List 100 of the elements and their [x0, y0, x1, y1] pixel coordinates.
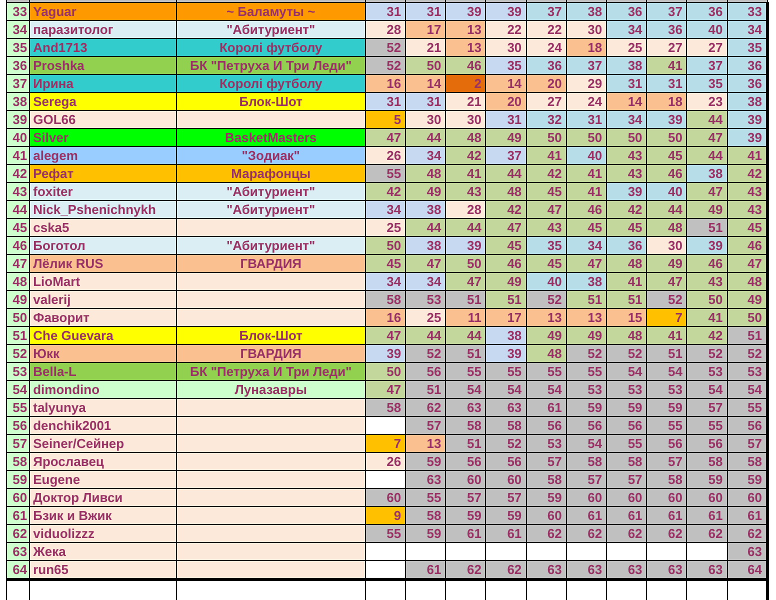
row-number: 38	[6, 92, 30, 110]
score-cell: 5	[365, 110, 406, 128]
score-cell: 27	[686, 38, 728, 56]
score-cell: 50	[646, 128, 687, 146]
score-cell: 14	[606, 92, 647, 110]
score-cell: 56	[406, 362, 446, 380]
score-cell: 33	[727, 2, 768, 20]
player-name: Eugene	[30, 470, 176, 488]
score-cell: 47	[686, 182, 728, 200]
score-cell: 44	[406, 326, 446, 344]
row-number: 37	[6, 74, 30, 92]
score-cell: 47	[526, 200, 566, 218]
score-cell: 37	[646, 2, 687, 20]
score-cell: 39	[727, 110, 768, 128]
score-cell: 50	[365, 236, 406, 254]
score-cell: 28	[365, 20, 406, 38]
player-name: Рефат	[30, 164, 176, 182]
score-cell: 49	[566, 326, 607, 344]
score-cell: 38	[606, 56, 647, 74]
score-cell: 25	[406, 308, 446, 326]
score-cell: 48	[646, 218, 687, 236]
score-cell: 57	[686, 398, 728, 416]
score-cell: 58	[406, 506, 446, 524]
score-cell: 50	[727, 308, 768, 326]
team-name: ГВАРДИЯ	[176, 254, 366, 272]
score-cell: 46	[686, 254, 728, 272]
row-number: 57	[6, 434, 30, 452]
player-name: Бзик и Вжик	[30, 506, 176, 524]
score-cell: 61	[526, 398, 566, 416]
row-number: 56	[6, 416, 30, 434]
score-cell: 15	[606, 308, 647, 326]
score-cell: 25	[606, 38, 647, 56]
score-cell: 44	[686, 110, 728, 128]
score-cell: 62	[566, 524, 607, 542]
score-cell: 63	[486, 398, 526, 416]
score-cell: 36	[606, 2, 647, 20]
score-cell: 50	[606, 128, 647, 146]
score-cell: 54	[646, 362, 687, 380]
score-cell: 54	[606, 362, 647, 380]
score-cell: 52	[486, 434, 526, 452]
score-cell: 37	[686, 56, 728, 74]
score-cell: 63	[406, 470, 446, 488]
score-cell: 60	[486, 470, 526, 488]
score-cell: 58	[365, 398, 406, 416]
score-cell: 58	[526, 470, 566, 488]
row-number: 45	[6, 218, 30, 236]
score-cell: 13	[526, 308, 566, 326]
player-name: GOL66	[30, 110, 176, 128]
score-cell: 51	[727, 326, 768, 344]
score-cell: 51	[646, 344, 687, 362]
score-cell: 50	[526, 128, 566, 146]
score-cell: 61	[606, 506, 647, 524]
player-name: Yaguar	[30, 2, 176, 20]
team-name: Марафонцы	[176, 164, 366, 182]
row-number: 49	[6, 290, 30, 308]
row-number: 44	[6, 200, 30, 218]
score-cell: 55	[365, 164, 406, 182]
score-cell: 21	[446, 92, 486, 110]
score-cell: 47	[365, 128, 406, 146]
score-cell: 38	[566, 2, 607, 20]
player-name: LioMart	[30, 272, 176, 290]
score-cell: 37	[566, 56, 607, 74]
score-cell: 39	[686, 236, 728, 254]
score-cell: 49	[526, 326, 566, 344]
score-cell: 13	[406, 434, 446, 452]
score-cell: 39	[446, 2, 486, 20]
score-cell: 61	[446, 524, 486, 542]
score-cell: 32	[526, 110, 566, 128]
score-cell: 38	[486, 326, 526, 344]
score-cell: 59	[606, 398, 647, 416]
player-name: viduolizzz	[30, 524, 176, 542]
score-cell: 43	[727, 200, 768, 218]
row-number: 36	[6, 56, 30, 74]
score-cell: 59	[406, 524, 446, 542]
score-cell: 34	[365, 272, 406, 290]
player-name: Silver	[30, 128, 176, 146]
score-cell: 52	[566, 344, 607, 362]
score-cell: 62	[526, 524, 566, 542]
row-number: 54	[6, 380, 30, 398]
row-number: 46	[6, 236, 30, 254]
score-cell: 55	[727, 398, 768, 416]
team-name: ГВАРДИЯ	[176, 344, 366, 362]
score-cell: 40	[646, 182, 687, 200]
score-cell: 38	[727, 92, 768, 110]
score-cell: 58	[686, 452, 728, 470]
score-cell: 26	[365, 452, 406, 470]
score-cell: 56	[486, 452, 526, 470]
score-cell: 16	[365, 74, 406, 92]
team-name: "Абитуриент"	[176, 20, 366, 38]
score-cell: 50	[686, 290, 728, 308]
score-cell: 35	[486, 56, 526, 74]
score-cell: 58	[446, 416, 486, 434]
player-name: cska5	[30, 218, 176, 236]
score-cell: 63	[727, 542, 768, 560]
score-cell: 36	[727, 74, 768, 92]
score-cell: 17	[486, 308, 526, 326]
score-cell: 48	[526, 344, 566, 362]
score-cell: 41	[526, 146, 566, 164]
score-cell: 59	[646, 398, 687, 416]
score-cell: 14	[486, 74, 526, 92]
